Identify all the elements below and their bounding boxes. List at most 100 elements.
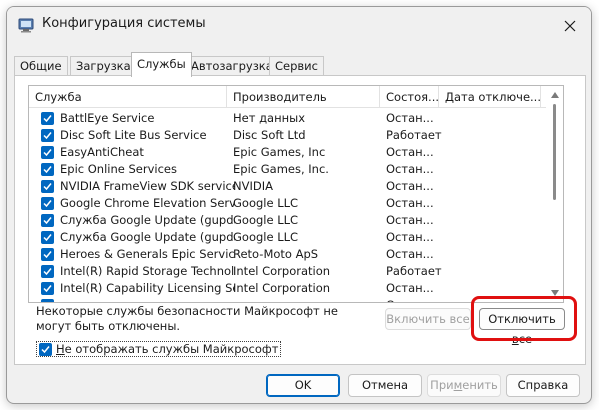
title-bar: Конфигурация системы	[7, 7, 591, 43]
vertical-scrollbar[interactable]	[546, 86, 563, 302]
service-row[interactable]: Disc Soft Lite Bus Service Disc Soft Ltd Р…	[29, 127, 547, 144]
service-name: NVIDIA FrameView SDK service	[60, 179, 235, 193]
service-checkbox[interactable]	[41, 197, 54, 210]
checkmark-icon	[43, 149, 52, 157]
service-name: Google Chrome Elevation Servic...	[60, 196, 235, 210]
service-checkbox[interactable]	[41, 180, 54, 193]
service-name: EasyAntiCheat	[60, 145, 144, 159]
service-status: Работает	[386, 264, 442, 278]
checkmark-icon	[43, 234, 52, 242]
service-status: Работает	[386, 128, 442, 142]
service-row[interactable]: Остан...	[29, 297, 547, 303]
hide-microsoft-services-checkbox[interactable]: Не отображать службы Майкрософт	[36, 341, 282, 357]
tab-startup[interactable]: Автозагрузка	[185, 56, 279, 76]
service-checkbox[interactable]	[41, 214, 54, 227]
scroll-up-arrow-icon	[550, 92, 559, 98]
service-name: BattlEye Service	[60, 111, 155, 125]
service-row[interactable]: Heroes & Generals Epic Service Reto-Moto …	[29, 246, 547, 263]
service-name: Heroes & Generals Epic Service	[60, 247, 235, 261]
hide-microsoft-services-accesskey: Н	[56, 342, 65, 356]
service-status: Остан...	[386, 297, 442, 302]
service-row[interactable]: NVIDIA FrameView SDK service NVIDIA Остан.…	[29, 178, 547, 195]
checkmark-icon	[43, 268, 52, 276]
list-header: Служба Производитель Состоя... Дата откл…	[29, 86, 547, 108]
checkmark-icon	[43, 301, 52, 303]
scroll-up-button[interactable]	[546, 88, 563, 102]
checkmark-icon	[43, 166, 52, 174]
disable-all-highlight	[471, 296, 577, 341]
service-row[interactable]: Служба Google Update (gupdatem)Google LL…	[29, 229, 547, 246]
checkmark-icon	[43, 285, 52, 293]
ok-button[interactable]: OK	[266, 374, 340, 397]
tab-boot[interactable]: Загрузка	[70, 56, 137, 76]
enable-all-button[interactable]: Включить все	[385, 308, 471, 330]
checkmark-icon	[43, 200, 52, 208]
service-status: Остан...	[386, 281, 434, 295]
service-manufacturer: NVIDIA	[233, 179, 273, 193]
close-icon	[564, 20, 576, 32]
service-manufacturer: Google LLC	[233, 213, 299, 227]
service-manufacturer: Intel Corporation	[233, 281, 331, 295]
apply-button[interactable]: Применить	[427, 374, 501, 397]
service-row[interactable]: EasyAntiCheat Epic Games, Inc Остан...	[29, 144, 547, 161]
service-manufacturer: Reto-Moto ApS	[233, 247, 319, 261]
service-name: Intel(R) Capability Licensing Ser...	[60, 281, 235, 295]
msconfig-app-icon	[18, 18, 34, 33]
service-checkbox[interactable]	[41, 146, 54, 159]
service-manufacturer: Intel Corporation	[233, 264, 331, 278]
checkmark-icon	[43, 132, 52, 140]
service-status: Остан...	[386, 230, 434, 244]
service-row[interactable]: Intel(R) Capability Licensing Ser... Inte…	[29, 280, 547, 297]
service-manufacturer: Epic Games, Inc.	[233, 162, 329, 176]
service-name: Epic Online Services	[60, 162, 177, 176]
tab-general[interactable]: Общие	[14, 56, 68, 76]
service-row[interactable]: Epic Online Services Epic Games, Inc. Оста…	[29, 161, 547, 178]
hide-microsoft-services-checkbox-box[interactable]	[39, 342, 52, 356]
service-manufacturer: Epic Games, Inc	[233, 145, 326, 159]
service-status: Остан...	[386, 179, 434, 193]
service-status: Остан...	[386, 213, 434, 227]
column-header-status[interactable]: Состоя...	[380, 86, 439, 108]
service-checkbox[interactable]	[41, 231, 54, 244]
service-checkbox[interactable]	[41, 282, 54, 295]
system-config-window: Конфигурация системы Общие Загрузка Служ…	[6, 6, 592, 404]
service-checkbox[interactable]	[41, 163, 54, 176]
services-list[interactable]: Служба Производитель Состоя... Дата откл…	[28, 85, 564, 303]
service-name: Служба Google Update (gupdatem)	[60, 230, 235, 244]
apply-label-accesskey: м	[453, 378, 463, 392]
service-checkbox[interactable]	[41, 129, 54, 142]
column-header-service[interactable]: Служба	[29, 86, 227, 108]
apply-label-prefix: При	[430, 378, 454, 392]
service-name: Intel(R) Rapid Storage Technology	[60, 264, 235, 278]
service-row[interactable]: Google Chrome Elevation Servic...Google …	[29, 195, 547, 212]
checkmark-icon	[43, 115, 52, 123]
checkmark-icon	[43, 251, 52, 259]
service-checkbox[interactable]	[41, 265, 54, 278]
service-manufacturer: Disc Soft Ltd	[233, 128, 306, 142]
service-status: Остан...	[386, 247, 434, 261]
tab-services[interactable]: Службы	[131, 52, 192, 77]
column-header-disabled-date[interactable]: Дата отключе...	[439, 86, 541, 108]
scroll-thumb[interactable]	[553, 104, 556, 200]
service-row[interactable]: Intel(R) Rapid Storage TechnologyIntel C…	[29, 263, 547, 280]
service-manufacturer: Google LLC	[233, 196, 299, 210]
services-rows: BattlEye Service Нет данных Остан... Disc S…	[29, 110, 547, 303]
column-header-manufacturer[interactable]: Производитель	[227, 86, 380, 108]
tab-tools[interactable]: Сервис	[269, 56, 324, 76]
service-checkbox[interactable]	[41, 248, 54, 261]
service-manufacturer: Google LLC	[233, 230, 299, 244]
service-name: Служба Google Update (gupdate)	[60, 213, 235, 227]
service-row[interactable]: Служба Google Update (gupdate)Google LLC…	[29, 212, 547, 229]
security-services-notice: Некоторые службы безопасности Майкрософт…	[36, 304, 376, 334]
service-status: Остан...	[386, 145, 434, 159]
service-checkbox[interactable]	[41, 112, 54, 125]
window-title: Конфигурация системы	[42, 16, 206, 31]
service-checkbox[interactable]	[41, 299, 54, 303]
close-button[interactable]	[557, 15, 583, 37]
service-name: Disc Soft Lite Bus Service	[60, 128, 207, 142]
help-button[interactable]: Справка	[506, 374, 580, 397]
apply-label-suffix: енить	[462, 378, 498, 392]
service-row[interactable]: BattlEye Service Нет данных Остан...	[29, 110, 547, 127]
cancel-button[interactable]: Отмена	[348, 374, 422, 397]
service-status: Остан...	[386, 162, 434, 176]
